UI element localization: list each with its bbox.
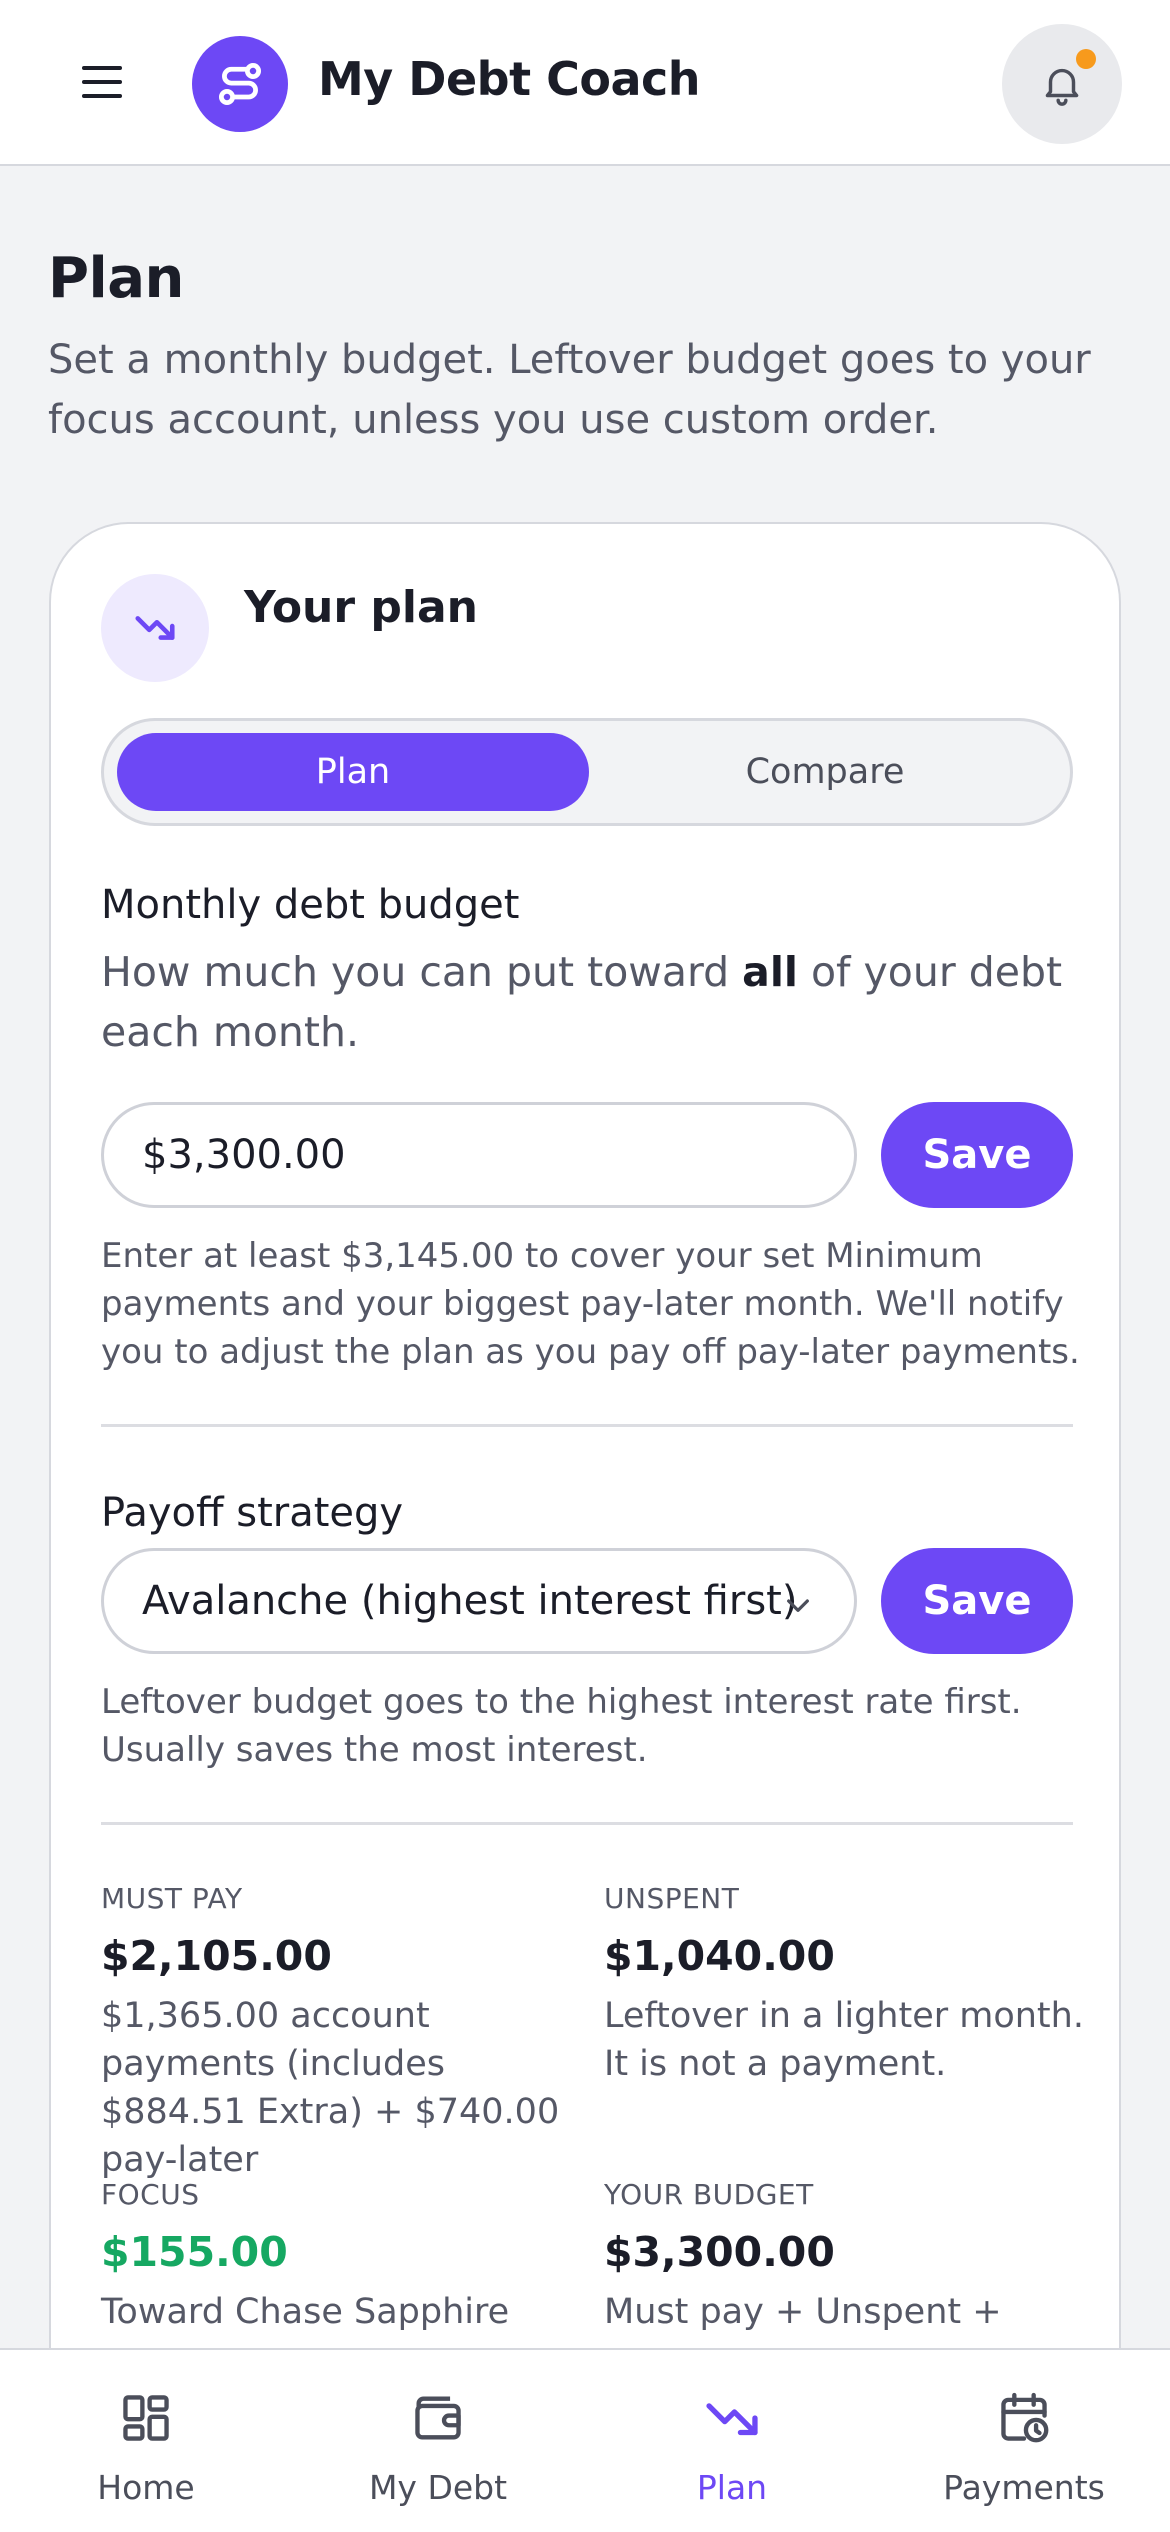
divider (101, 1424, 1073, 1427)
plan-card-title: Your plan (244, 582, 478, 633)
tab-plan[interactable]: Plan (117, 733, 589, 811)
strategy-note: Leftover budget goes to the highest inte… (101, 1682, 1022, 1770)
plan-card-icon (101, 574, 209, 682)
route-icon (218, 62, 262, 106)
page-title: Plan (48, 246, 184, 311)
save-strategy-button[interactable]: Save (881, 1548, 1073, 1654)
budget-help-before: How much you can put toward (101, 948, 743, 996)
wallet-icon (415, 2396, 461, 2440)
budget-input[interactable]: $3,300.00 (101, 1102, 857, 1208)
focus-value: $155.00 (101, 2228, 288, 2276)
bell-icon (1045, 68, 1079, 106)
strategy-selected-value: Avalanche (highest interest first) (142, 1578, 798, 1624)
nav-plan-label: Plan (696, 2468, 768, 2507)
nav-home-label: Home (97, 2468, 195, 2507)
nav-my-debt[interactable]: My Debt (338, 2350, 538, 2532)
budget-help-bold: all (742, 948, 798, 996)
divider (101, 1822, 1073, 1825)
trending-down-icon (706, 2403, 758, 2436)
nav-plan[interactable]: Plan (632, 2350, 832, 2532)
hamburger-icon (82, 66, 122, 98)
nav-payments-label: Payments (943, 2468, 1105, 2507)
plan-card: Your plan Plan Compare Monthly debt budg… (49, 522, 1121, 2422)
app-title: My Debt Coach (318, 52, 701, 106)
unspent-desc: Leftover in a lighter month. It is not a… (604, 1996, 1084, 2084)
your-budget-label: YOUR BUDGET (604, 2178, 814, 2211)
notification-badge (1076, 49, 1096, 69)
grid-icon (123, 2395, 169, 2441)
calendar-clock-icon (1001, 2392, 1049, 2443)
bottom-navigation: Home My Debt Plan Payments (0, 2348, 1170, 2532)
plan-compare-toggle: Plan Compare (101, 718, 1073, 826)
notifications-button[interactable] (1002, 24, 1122, 144)
strategy-label: Payoff strategy (101, 1490, 404, 1536)
must-pay-label: MUST PAY (101, 1882, 243, 1915)
budget-help: How much you can put toward all of your … (101, 942, 1081, 1062)
strategy-select[interactable]: Avalanche (highest interest first) (101, 1548, 857, 1654)
focus-label: FOCUS (101, 2178, 200, 2211)
focus-desc: Toward Chase Sapphire (101, 2292, 510, 2332)
budget-note: Enter at least $3,145.00 to cover your s… (101, 1236, 1080, 1372)
must-pay-value: $2,105.00 (101, 1932, 332, 1980)
nav-my-debt-label: My Debt (368, 2468, 508, 2507)
unspent-label: UNSPENT (604, 1882, 740, 1915)
unspent-value: $1,040.00 (604, 1932, 835, 1980)
top-app-bar: My Debt Coach (0, 0, 1170, 166)
chevron-down-icon (787, 1599, 809, 1612)
menu-button[interactable] (82, 66, 122, 98)
must-pay-desc: $1,365.00 account payments (includes $88… (101, 1996, 560, 2180)
trending-down-icon (135, 616, 175, 640)
nav-payments[interactable]: Payments (924, 2350, 1124, 2532)
your-budget-desc: Must pay + Unspent + (604, 2292, 1002, 2332)
tab-compare[interactable]: Compare (589, 733, 1061, 811)
your-budget-value: $3,300.00 (604, 2228, 835, 2276)
page-subtitle: Set a monthly budget. Leftover budget go… (48, 337, 1091, 443)
app-logo (192, 36, 288, 132)
nav-home[interactable]: Home (46, 2350, 246, 2532)
save-budget-button[interactable]: Save (881, 1102, 1073, 1208)
budget-label: Monthly debt budget (101, 882, 520, 928)
